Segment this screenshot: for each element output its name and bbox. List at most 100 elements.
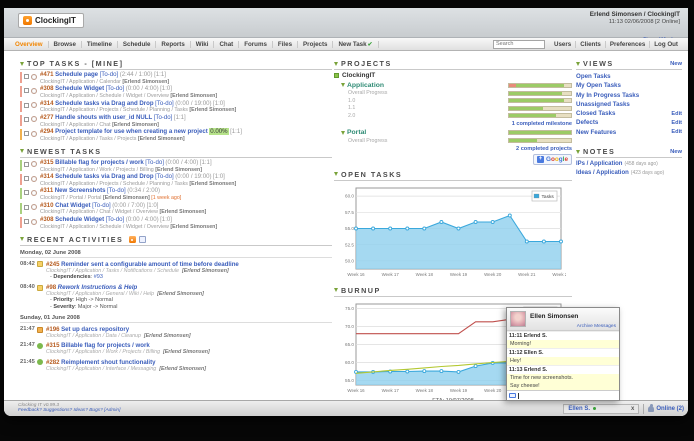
svg-text:75.0: 75.0 bbox=[345, 306, 354, 311]
collapse-arrow-icon[interactable] bbox=[576, 149, 580, 154]
views-new-link[interactable]: New bbox=[670, 61, 682, 67]
collapse-arrow-icon[interactable] bbox=[334, 172, 338, 177]
nav-link-clients[interactable]: Clients bbox=[576, 40, 606, 48]
task-link[interactable]: New Screenshots bbox=[55, 187, 106, 195]
task-link[interactable]: Schedule page bbox=[55, 71, 98, 78]
tab-chat[interactable]: Chat bbox=[214, 40, 240, 48]
task-link[interactable]: Schedule tasks via Drag and Drop bbox=[55, 100, 154, 107]
view-link-closed-tasks[interactable]: Closed Tasks bbox=[576, 109, 615, 118]
tab-new-task[interactable]: New Task✔ bbox=[333, 40, 379, 48]
detail-value[interactable]: #93 bbox=[94, 274, 103, 280]
tab-projects[interactable]: Projects bbox=[298, 40, 334, 48]
task-link[interactable]: Schedule Widget bbox=[55, 216, 104, 223]
tab-files[interactable]: Files bbox=[273, 40, 299, 48]
tab-reports[interactable]: Reports bbox=[156, 40, 191, 48]
activity-task-link[interactable]: Set up darcs repository bbox=[61, 326, 129, 333]
view-edit-link[interactable]: Edit bbox=[671, 128, 682, 136]
collapse-arrow-icon[interactable] bbox=[20, 61, 24, 66]
chat-input[interactable] bbox=[507, 390, 619, 400]
note-link[interactable]: IPs / Application bbox=[576, 161, 622, 167]
view-link-open-tasks[interactable]: Open Tasks bbox=[576, 72, 611, 81]
tab-browse[interactable]: Browse bbox=[49, 40, 82, 48]
collapse-arrow-icon[interactable] bbox=[334, 61, 338, 66]
task-link[interactable]: Schedule Widget bbox=[55, 85, 104, 92]
project-group-row: Portal bbox=[341, 129, 572, 136]
collapse-arrow-icon[interactable] bbox=[20, 237, 24, 242]
note-link[interactable]: Ideas / Application bbox=[576, 170, 629, 176]
nav-link-preferences[interactable]: Preferences bbox=[606, 40, 651, 48]
nav-link-log-out[interactable]: Log Out bbox=[650, 41, 682, 48]
task-status-icon[interactable] bbox=[31, 204, 37, 211]
task-checkbox[interactable] bbox=[24, 88, 29, 94]
task-link[interactable]: Project template for use when creating a… bbox=[55, 128, 208, 135]
task-status-icon[interactable] bbox=[31, 87, 37, 94]
task-link[interactable]: Billable flag for projects / work bbox=[55, 159, 144, 166]
task-status-icon[interactable] bbox=[31, 130, 37, 137]
completed-projects-link[interactable]: 2 completed projects bbox=[516, 146, 572, 152]
view-row: Unassigned Tasks bbox=[576, 100, 682, 109]
tab-wiki[interactable]: Wiki bbox=[191, 40, 215, 48]
tab-forums[interactable]: Forums bbox=[239, 40, 273, 48]
online-users-button[interactable]: Online (2) bbox=[648, 403, 684, 412]
app-logo[interactable]: ClockingIT bbox=[18, 13, 84, 28]
task-checkbox[interactable] bbox=[24, 116, 29, 122]
activity-body: #282 Reimplement shout functionality Clock… bbox=[46, 359, 206, 372]
note-icon bbox=[37, 261, 43, 268]
task-link[interactable]: Chat Widget bbox=[55, 202, 91, 209]
clock-logo-icon bbox=[23, 16, 32, 25]
view-link-my-in-progress-tasks[interactable]: My In Progress Tasks bbox=[576, 91, 639, 100]
task-link[interactable]: Handle shouts with user_id NULL bbox=[55, 114, 152, 121]
task-status-icon[interactable] bbox=[31, 218, 37, 225]
collapse-arrow-icon[interactable] bbox=[341, 130, 345, 135]
tab-schedule[interactable]: Schedule bbox=[118, 40, 157, 48]
activity-task-link[interactable]: Billable flag for projects / work bbox=[61, 342, 150, 349]
activity-task-link[interactable]: Reimplement shout functionality bbox=[61, 359, 155, 366]
task-checkbox[interactable] bbox=[24, 131, 29, 137]
activity-task-link[interactable]: Rework Instructions & Help bbox=[58, 284, 138, 291]
tab-timeline[interactable]: Timeline bbox=[82, 40, 118, 48]
progress-bar bbox=[508, 113, 572, 119]
search-input[interactable] bbox=[493, 39, 545, 49]
feedback-links[interactable]: Feedback? Suggestions? Ideas? Bugs? [Adm… bbox=[18, 408, 120, 414]
rss-icon[interactable] bbox=[129, 235, 137, 243]
projects-header: PROJECTS bbox=[334, 57, 572, 70]
task-checkbox[interactable] bbox=[24, 190, 29, 196]
chat-tab-ellen[interactable]: Ellen S. x bbox=[563, 403, 640, 414]
task-checkbox[interactable] bbox=[24, 74, 29, 79]
collapse-arrow-icon[interactable] bbox=[341, 83, 345, 87]
tab-overview[interactable]: Overview bbox=[10, 40, 49, 48]
collapse-arrow-icon[interactable] bbox=[334, 288, 338, 293]
task-status-icon[interactable] bbox=[31, 116, 37, 123]
ical-feed-icon[interactable] bbox=[139, 235, 147, 243]
task-link[interactable]: Schedule tasks via Drag and Drop bbox=[55, 173, 154, 180]
task-checkbox[interactable] bbox=[24, 102, 29, 108]
view-link-unassigned-tasks[interactable]: Unassigned Tasks bbox=[576, 100, 630, 109]
view-link-defects[interactable]: Defects bbox=[576, 118, 598, 127]
task-status-icon[interactable] bbox=[31, 73, 37, 80]
task-checkbox[interactable] bbox=[24, 219, 29, 225]
nav-link-users[interactable]: Users bbox=[550, 40, 577, 48]
task-status-icon[interactable] bbox=[31, 189, 37, 196]
task-status-icon[interactable] bbox=[31, 102, 37, 109]
bar-segment-green bbox=[509, 139, 537, 143]
view-link-my-open-tasks[interactable]: My Open Tasks bbox=[576, 81, 621, 90]
task-checkbox[interactable] bbox=[24, 176, 29, 182]
view-link-new-features[interactable]: New Features bbox=[576, 128, 616, 137]
close-chat-icon[interactable]: x bbox=[631, 406, 634, 412]
notes-new-link[interactable]: New bbox=[670, 149, 682, 155]
project-group-link[interactable]: Portal bbox=[347, 129, 366, 136]
task-checkbox[interactable] bbox=[24, 204, 29, 210]
task-status-icon[interactable] bbox=[31, 161, 37, 168]
collapse-arrow-icon[interactable] bbox=[576, 61, 580, 66]
view-edit-link[interactable]: Edit bbox=[671, 119, 682, 127]
task-id: #308 bbox=[40, 216, 54, 224]
collapse-arrow-icon[interactable] bbox=[20, 149, 24, 154]
activity-task-link[interactable]: Reminder sent a configurable amount of t… bbox=[61, 261, 239, 268]
add-to-google-button[interactable]: + Google bbox=[532, 153, 572, 165]
project-group-link[interactable]: Application bbox=[347, 82, 384, 89]
archive-messages-link[interactable]: Archive Messages bbox=[577, 324, 616, 329]
view-edit-link[interactable]: Edit bbox=[671, 110, 682, 118]
task-checkbox[interactable] bbox=[24, 161, 29, 167]
task-status-icon[interactable] bbox=[31, 175, 37, 182]
completed-milestone-link[interactable]: 1 completed milestone bbox=[512, 121, 572, 127]
